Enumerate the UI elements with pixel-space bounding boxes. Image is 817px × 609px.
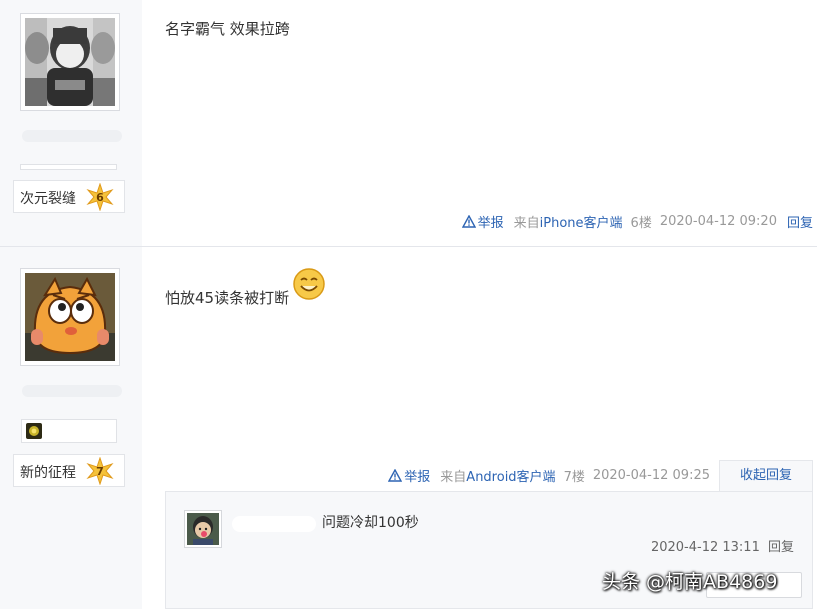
reply-link[interactable]: 回复 [787, 212, 813, 231]
sub-reply-meta: 2020-4-12 13:11 回复 [651, 536, 794, 555]
post-time: 2020-04-12 09:20 [659, 214, 777, 229]
level-badge[interactable]: 新的征程 7 [13, 454, 125, 487]
source-client-link[interactable]: Android客户端 [466, 470, 555, 485]
level-number: 7 [96, 465, 104, 478]
sub-reply-time: 2020-4-12 13:11 [650, 540, 760, 555]
gold-medal-icon [26, 423, 42, 439]
report-link[interactable]: 举报 [461, 212, 504, 231]
watermark: 头条 @柯南AB4869 [602, 571, 778, 593]
collapse-replies-button[interactable]: 收起回复 [719, 460, 813, 491]
report-label: 举报 [477, 216, 504, 231]
post-content-text: 怕放45读条被打断 [165, 289, 290, 307]
level-name: 次元裂缝 [20, 191, 76, 207]
post-floor-7: 新的征程 7 怕放45读条被打断 举报 来自Android客户端 7楼 2020… [0, 247, 817, 609]
star-badge-icon: 7 [86, 456, 114, 486]
level-name: 新的征程 [20, 465, 76, 481]
level-number: 6 [96, 191, 104, 204]
warning-triangle-icon [388, 469, 403, 482]
post-floor-6: 次元裂缝 6 名字霸气 效果拉跨 举报 来自iPhone客户端 6楼 2020-… [0, 0, 817, 246]
post-content: 怕放45读条被打断 [165, 287, 289, 308]
report-label: 举报 [404, 470, 431, 485]
post-content: 名字霸气 效果拉跨 [165, 20, 290, 38]
post-tail: 举报 来自iPhone客户端 6楼 2020-04-12 09:20 回复 [461, 212, 813, 231]
floor-number: 6楼 [630, 216, 652, 231]
author-name-redacted [22, 385, 122, 397]
author-sidebar: 新的征程 7 [0, 247, 142, 609]
sub-reply-author-redacted [232, 516, 316, 532]
post-time: 2020-04-12 09:25 [592, 468, 710, 483]
author-badge-bar [20, 164, 117, 170]
smile-emoji-icon [293, 268, 325, 300]
sub-avatar-image [187, 513, 219, 545]
warning-triangle-icon [461, 215, 476, 228]
sub-reply-link[interactable]: 回复 [768, 540, 794, 555]
avatar-image [25, 18, 115, 106]
author-medal-box [21, 419, 117, 443]
report-link[interactable]: 举报 [388, 466, 430, 485]
author-avatar[interactable] [20, 13, 120, 111]
floor-number: 7楼 [563, 470, 585, 485]
author-avatar[interactable] [20, 268, 120, 366]
avatar-image [25, 273, 115, 361]
sub-reply-avatar[interactable] [184, 510, 222, 548]
source-client-link[interactable]: iPhone客户端 [540, 216, 623, 231]
author-name-redacted [22, 130, 122, 142]
post-tail: 举报 来自Android客户端 7楼 2020-04-12 09:25 [388, 466, 710, 485]
star-badge-icon: 6 [86, 182, 114, 212]
level-badge[interactable]: 次元裂缝 6 [13, 180, 125, 213]
source-prefix: 来自 [513, 216, 540, 231]
source-prefix: 来自 [440, 470, 467, 485]
sub-reply-text: 问题冷却100秒 [322, 515, 419, 531]
post-source: 来自iPhone客户端 [514, 212, 623, 231]
author-sidebar: 次元裂缝 6 [0, 0, 142, 246]
post-source: 来自Android客户端 [440, 466, 555, 485]
